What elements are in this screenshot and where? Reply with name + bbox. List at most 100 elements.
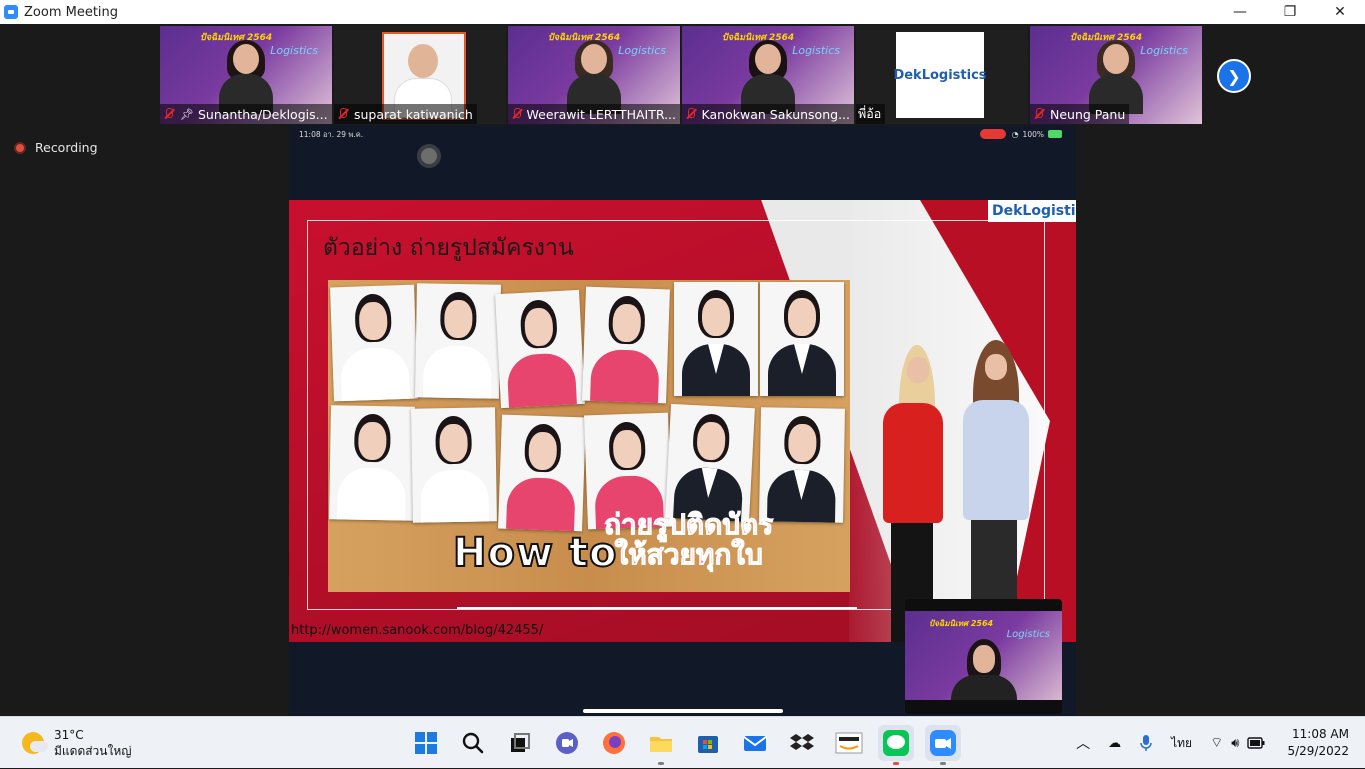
presentation-slide: DekLogistic ตัวอย่าง ถ่ายรูปสมัครงาน How… xyxy=(289,200,1076,642)
dropbox-button[interactable] xyxy=(784,725,820,761)
dropbox-icon xyxy=(790,734,814,750)
zoom-app-icon xyxy=(4,5,18,19)
onedrive-error-icon[interactable]: ☁ xyxy=(1108,736,1121,751)
teams-chat-icon xyxy=(556,732,578,754)
battery-charging-icon[interactable] xyxy=(1247,737,1265,749)
slide-source-url: http://women.sanook.com/blog/42455/ xyxy=(291,623,544,638)
windows-logo-icon xyxy=(415,732,437,754)
participant-person xyxy=(1089,40,1143,114)
participant-logo-text: DekLogistics xyxy=(893,67,987,83)
microsoft-store-button[interactable] xyxy=(690,725,726,761)
ipad-battery-label: 100% xyxy=(1022,129,1044,139)
participant-gallery: ปัจฉิมนิเทศ 2564 Logistics 📌︎ Sunantha/Dekl… xyxy=(160,26,1204,124)
participant-logo: DekLogistics xyxy=(893,32,987,118)
participant-name-bar: Kanokwan Sakunsong... xyxy=(682,104,854,124)
participant-name-bar: 📌︎ Sunantha/Deklogis... xyxy=(160,104,332,124)
clock-date: 5/29/2022 xyxy=(1287,744,1349,758)
participant-tile[interactable]: suparat katiwanich xyxy=(334,26,506,124)
participant-tile[interactable]: DekLogistics พี่อ้อ xyxy=(856,26,1028,124)
participant-person xyxy=(567,40,621,114)
input-language[interactable]: ไทย xyxy=(1171,734,1192,753)
mail-button[interactable] xyxy=(737,725,773,761)
mic-muted-icon xyxy=(162,107,176,121)
slide-thai-caption: ถ่ายรูปติดบัตร ให้สวยทุกใบ xyxy=(603,508,774,571)
participant-name-bar: Neung Panu xyxy=(1030,104,1130,124)
search-button[interactable] xyxy=(455,725,491,761)
volume-icon[interactable]: 🔊︎ xyxy=(1231,736,1239,751)
wifi-icon[interactable]: ⌔ xyxy=(1210,734,1223,752)
slide-how-to-text: How to xyxy=(452,529,618,577)
mic-muted-icon xyxy=(684,107,698,121)
microphone-icon[interactable] xyxy=(1139,734,1153,752)
firefox-button[interactable] xyxy=(596,725,632,761)
self-view-person-face xyxy=(973,645,995,673)
zoom-button[interactable] xyxy=(925,725,961,765)
participant-name: suparat katiwanich xyxy=(354,106,473,122)
sample-photo xyxy=(760,282,844,396)
promo-logistics: Logistics xyxy=(1140,44,1188,57)
minimize-button[interactable]: — xyxy=(1215,0,1265,24)
slide-woman-red xyxy=(877,345,957,642)
participant-name-bar: พี่อ้อ xyxy=(856,104,886,124)
participant-tile[interactable]: ปัจฉิมนิเทศ 2564 Logistics Neung Panu xyxy=(1030,26,1202,124)
folder-icon xyxy=(650,737,672,752)
taskbar-clock[interactable]: 11:08 AM 5/29/2022 xyxy=(1287,726,1349,760)
weather-widget[interactable]: 31°C มีแดดส่วนใหญ่ xyxy=(22,727,132,759)
task-view-button[interactable] xyxy=(502,725,538,761)
store-icon xyxy=(698,736,718,753)
participant-name: Weerawit LERTTHAITR... xyxy=(526,106,677,122)
participant-person xyxy=(219,40,273,114)
window-title: Zoom Meeting xyxy=(24,4,119,20)
sample-photo xyxy=(665,403,755,523)
battery-icon xyxy=(1048,130,1062,138)
windows-taskbar: 31°C มีแดดส่วนใหญ่ ︿ ☁ ไทย ⌔ 🔊︎ 11:08 AM… xyxy=(0,716,1365,768)
start-button[interactable] xyxy=(408,725,444,761)
close-button[interactable]: ✕ xyxy=(1315,0,1365,24)
recording-indicator[interactable]: Recording xyxy=(14,140,98,155)
screen-record-icon xyxy=(979,129,1006,139)
chevron-up-icon[interactable]: ︿ xyxy=(1076,733,1090,753)
search-icon xyxy=(462,732,484,754)
firefox-icon xyxy=(603,732,625,754)
participant-tile[interactable]: ปัจฉิมนิเทศ 2564 Logistics 📌︎ Sunantha/Dekl… xyxy=(160,26,332,124)
wifi-icon: ◔ xyxy=(1011,129,1019,139)
ipad-statusbar: 11:08 อา. 29 พ.ค. ◔ 100% xyxy=(289,125,1076,143)
weather-temperature: 31°C xyxy=(54,728,84,742)
promo-logistics: Logistics xyxy=(618,44,666,57)
participant-name: พี่อ้อ xyxy=(858,106,882,121)
file-explorer-button[interactable] xyxy=(643,725,679,765)
participant-tile[interactable]: ปัจฉิมนิเทศ 2564 Logistics Weerawit LERTTH… xyxy=(508,26,680,124)
mic-muted-icon xyxy=(510,107,523,121)
slide-thai-caption-line1: ถ่ายรูปติดบัตร xyxy=(603,508,774,541)
partly-sunny-icon xyxy=(22,732,48,754)
amazon-button[interactable] xyxy=(831,725,867,761)
promo-logistics: Logistics xyxy=(270,44,318,57)
participant-tile[interactable]: ปัจฉิมนิเทศ 2564 Logistics Kanokwan Sakuns… xyxy=(682,26,854,124)
sample-photo xyxy=(415,283,501,399)
clock-time: 11:08 AM xyxy=(1292,727,1349,741)
line-button[interactable] xyxy=(878,725,914,765)
line-icon xyxy=(883,730,909,756)
ipad-status-time: 11:08 อา. 29 พ.ค. xyxy=(299,130,364,139)
gallery-next-button[interactable]: ❯ xyxy=(1217,59,1251,93)
restore-button[interactable]: ❐ xyxy=(1265,0,1315,24)
sample-photo xyxy=(495,289,585,409)
sample-photo xyxy=(411,407,497,523)
participant-name: Kanokwan Sakunsong... xyxy=(701,106,850,122)
sample-photo xyxy=(674,282,758,396)
slide-underline xyxy=(457,607,857,609)
window-titlebar: Zoom Meeting — ❐ ✕ xyxy=(0,0,1365,24)
mic-muted-icon xyxy=(336,107,350,121)
self-view-video[interactable]: ปัจฉิมนิเทศ 2564 Logistics xyxy=(905,599,1062,714)
slide-woman-blue xyxy=(959,340,1039,642)
teams-chat-button[interactable] xyxy=(549,725,585,761)
amazon-icon xyxy=(835,732,863,754)
meeting-area: ปัจฉิมนิเทศ 2564 Logistics 📌︎ Sunantha/Dekl… xyxy=(0,24,1365,716)
pin-icon: 📌︎ xyxy=(180,107,194,121)
slide-thai-caption-line2: ให้สวยทุกใบ xyxy=(614,538,763,571)
slide-brand-logo: DekLogistic xyxy=(988,200,1076,222)
recording-label: Recording xyxy=(35,140,98,155)
mic-muted-icon xyxy=(1032,107,1046,121)
zoom-icon xyxy=(930,730,956,756)
participant-name-bar: suparat katiwanich xyxy=(334,104,477,124)
